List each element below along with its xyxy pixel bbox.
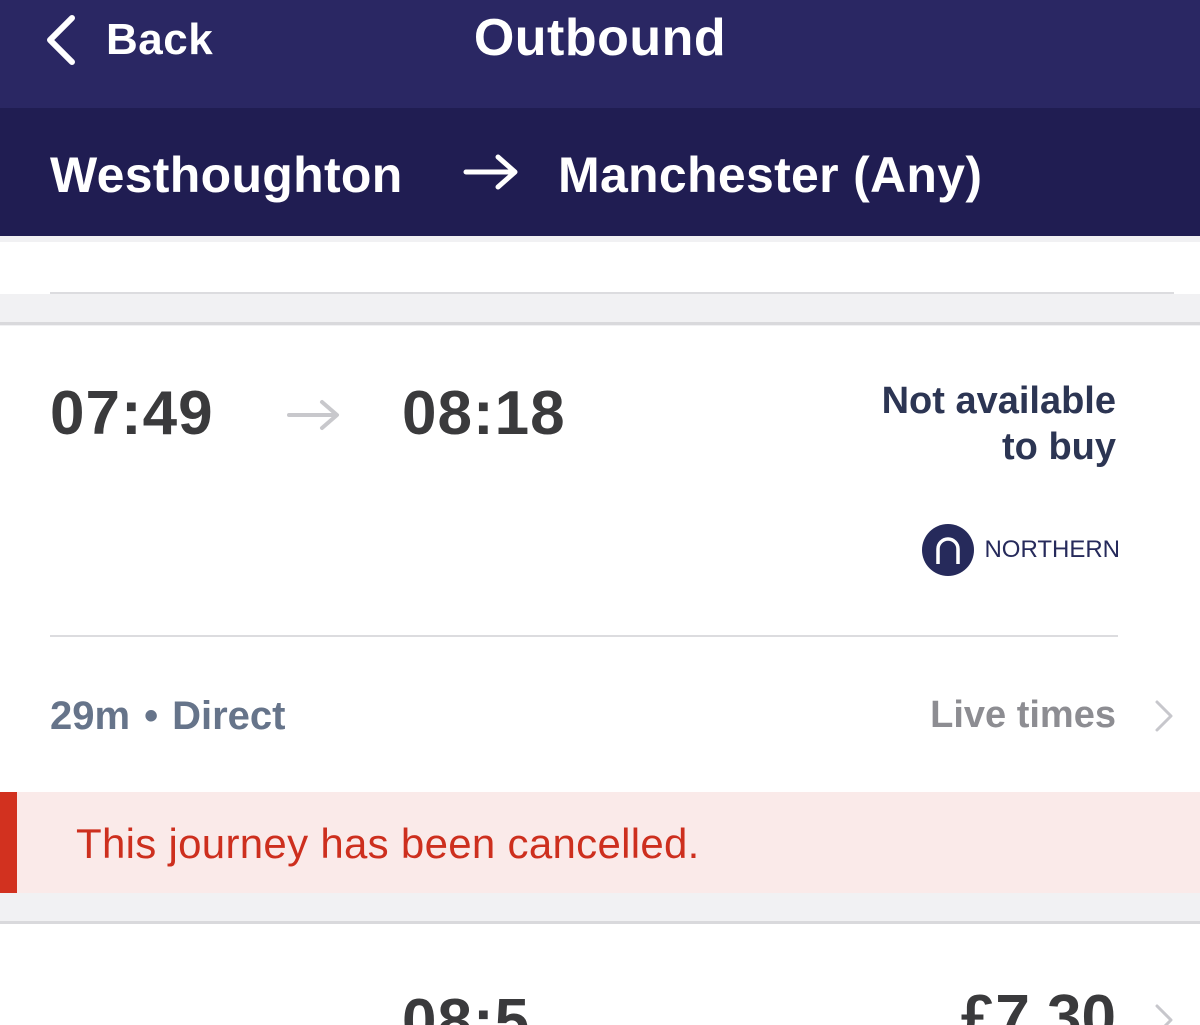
ticket-price: £7.30 bbox=[960, 983, 1116, 1025]
departure-time: 07:49 bbox=[50, 379, 214, 448]
page-title: Outbound bbox=[473, 9, 727, 67]
divider bbox=[50, 292, 1174, 294]
arrival-time: 08:5 bbox=[402, 987, 531, 1025]
chevron-right-icon[interactable] bbox=[1152, 1002, 1176, 1025]
arrow-right-icon bbox=[463, 154, 518, 190]
operator-badge: NORTHERN bbox=[922, 524, 1120, 576]
northern-logo-icon bbox=[922, 524, 975, 576]
live-times-link[interactable]: Live times bbox=[930, 694, 1116, 737]
operator-name: NORTHERN bbox=[984, 536, 1120, 563]
journey-card[interactable]: 08:5 £7.30 bbox=[0, 924, 1200, 1025]
cancellation-banner: This journey has been cancelled. bbox=[0, 792, 1200, 893]
chevron-right-icon[interactable] bbox=[1152, 698, 1176, 734]
journey-card[interactable]: 07:49 08:18 Not available to buy NORTHER… bbox=[0, 326, 1200, 792]
list-spacer bbox=[0, 236, 1200, 294]
destination-station: Manchester (Any) bbox=[558, 147, 983, 203]
divider bbox=[50, 635, 1118, 637]
cancellation-message: This journey has been cancelled. bbox=[76, 820, 700, 867]
changes-label: Direct bbox=[172, 694, 286, 738]
duration-value: 29m bbox=[50, 694, 131, 738]
nav-bar: Back Outbound bbox=[0, 0, 1200, 108]
route-summary: Westhoughton Manchester (Any) bbox=[0, 108, 1200, 236]
divider bbox=[0, 322, 1200, 325]
availability-line: to buy bbox=[1002, 426, 1116, 468]
arrow-right-icon bbox=[287, 400, 339, 430]
arrival-time: 08:18 bbox=[402, 379, 566, 448]
journey-duration: 29m • Direct bbox=[50, 694, 285, 739]
origin-station: Westhoughton bbox=[50, 147, 403, 203]
separator-dot: • bbox=[144, 694, 159, 738]
availability-status: Not available to buy bbox=[776, 378, 1116, 470]
availability-line: Not available bbox=[881, 380, 1116, 422]
alert-accent-bar bbox=[0, 792, 17, 893]
